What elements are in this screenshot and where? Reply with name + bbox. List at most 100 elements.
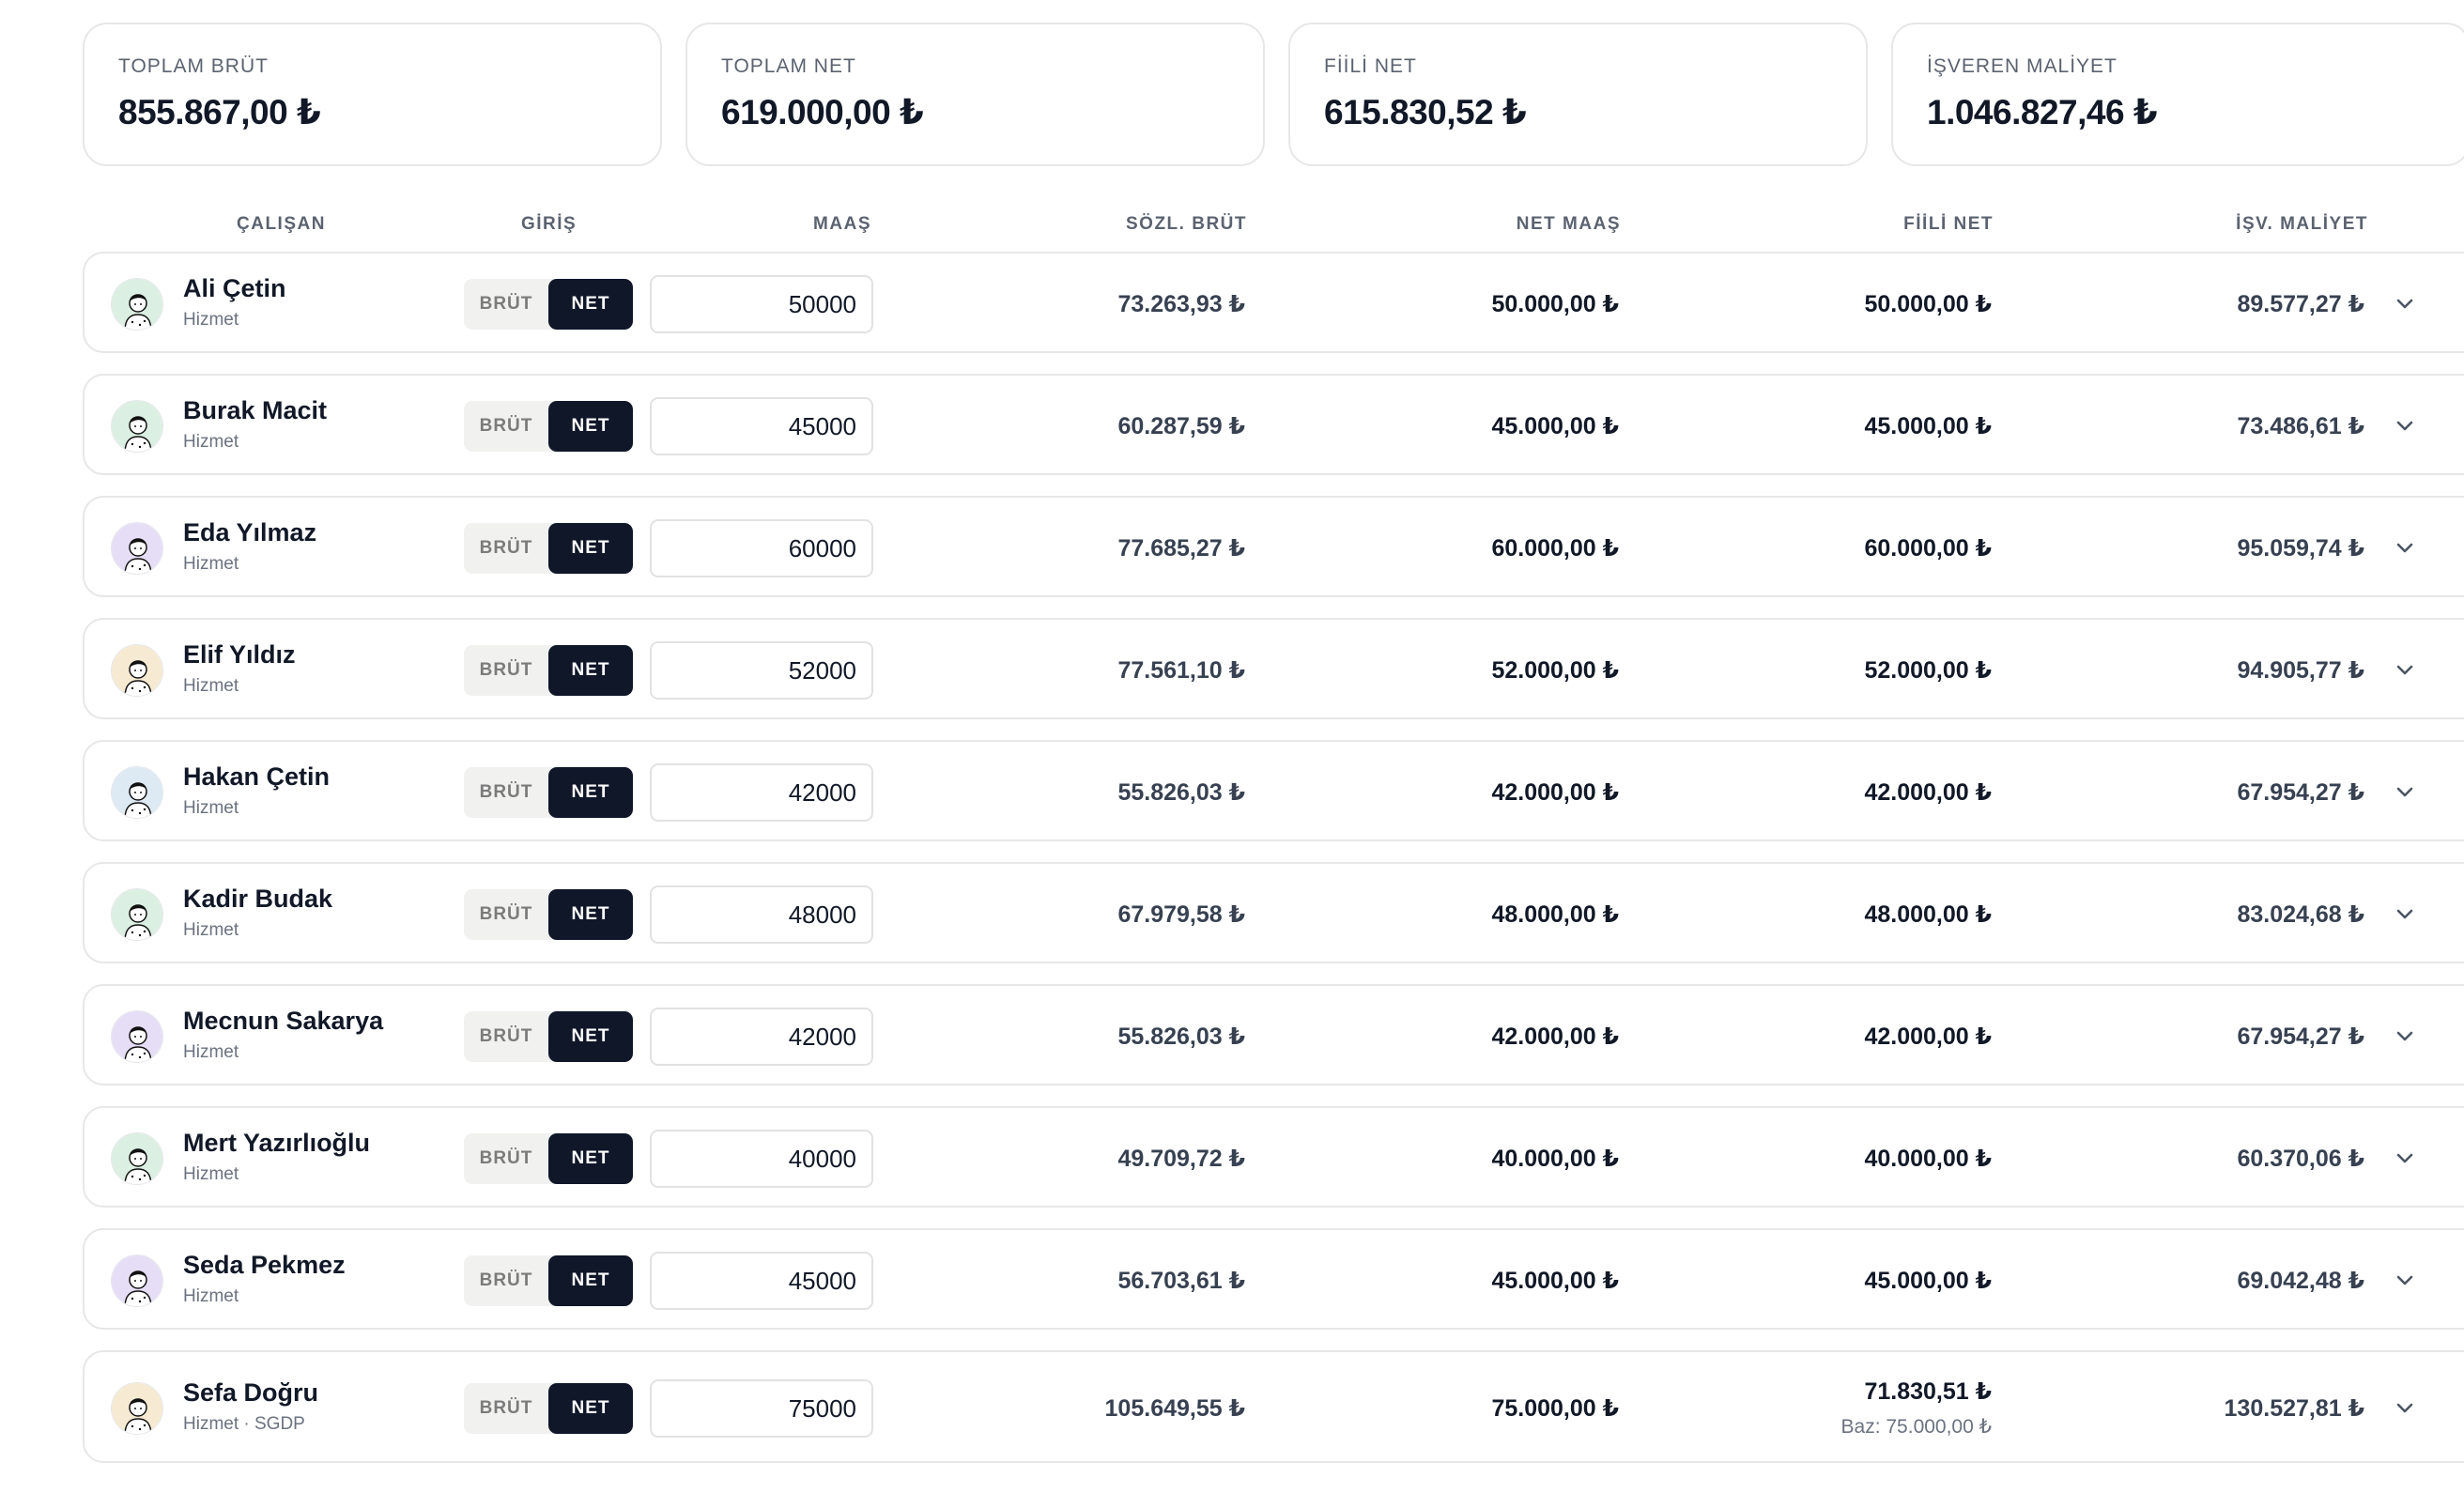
net-toggle-button[interactable]: NET (548, 523, 633, 574)
actual-net-base: Baz: 75.000,00 ₺ (1840, 1416, 1992, 1438)
actual-net-value: 42.000,00 ₺ (1864, 1024, 1992, 1050)
employee-type: Hizmet · SGDP (183, 1414, 305, 1434)
contract-gross-value: 55.826,03 ₺ (1117, 1024, 1245, 1050)
avatar (111, 644, 163, 697)
table-header: ÇALIŞAN GİRİŞ MAAŞ SÖZL. BRÜT NET MAAŞ F… (0, 214, 2464, 242)
salary-input[interactable] (650, 275, 873, 333)
gross-toggle-button[interactable]: BRÜT (464, 889, 548, 940)
table-row[interactable]: Seda Pekmez Hizmet BRÜT NET 56.703,61 ₺ … (83, 1228, 2464, 1330)
contract-gross-value: 55.826,03 ₺ (1117, 779, 1245, 806)
summary-card-total-net: TOPLAM NET 619.000,00 ₺ (685, 23, 1265, 166)
net-toggle-button[interactable]: NET (548, 279, 633, 330)
expand-row-button[interactable] (2391, 656, 2419, 685)
actual-net-value: 42.000,00 ₺ (1864, 779, 1992, 806)
gross-toggle-button[interactable]: BRÜT (464, 1011, 548, 1062)
actual-net-value: 48.000,00 ₺ (1864, 901, 1992, 928)
salary-input[interactable] (650, 397, 873, 455)
employee-name: Burak Macit (183, 396, 328, 424)
employee-type: Hizmet (183, 798, 239, 818)
employer-cost-value: 83.024,68 ₺ (2237, 901, 2364, 928)
table-row[interactable]: Eda Yılmaz Hizmet BRÜT NET 77.685,27 ₺ 6… (83, 496, 2464, 597)
gross-net-toggle: BRÜT NET (464, 645, 633, 696)
employee-name: Mecnun Sakarya (183, 1007, 384, 1035)
expand-row-button[interactable] (2391, 778, 2419, 807)
gross-toggle-button[interactable]: BRÜT (464, 523, 548, 574)
avatar (111, 400, 163, 453)
gross-toggle-button[interactable]: BRÜT (464, 1383, 548, 1434)
gross-toggle-button[interactable]: BRÜT (464, 1133, 548, 1184)
gross-toggle-button[interactable]: BRÜT (464, 1255, 548, 1306)
expand-row-button[interactable] (2391, 412, 2419, 440)
chevron-down-icon (2396, 421, 2413, 431)
avatar (111, 1132, 163, 1185)
expand-row-button[interactable] (2391, 900, 2419, 929)
salary-input[interactable] (650, 1130, 873, 1188)
employee-type: Hizmet (183, 1042, 239, 1062)
avatar-illustration (112, 523, 162, 574)
gross-net-toggle: BRÜT NET (464, 767, 633, 818)
summary-card-total-gross: TOPLAM BRÜT 855.867,00 ₺ (83, 23, 662, 166)
avatar-illustration (112, 1011, 162, 1062)
expand-row-button[interactable] (2391, 1394, 2419, 1423)
chevron-down-icon (2396, 543, 2413, 553)
contract-gross-value: 49.709,72 ₺ (1117, 1146, 1245, 1172)
expand-row-button[interactable] (2391, 1145, 2419, 1173)
net-toggle-button[interactable]: NET (548, 1011, 633, 1062)
chevron-down-icon (2396, 665, 2413, 675)
table-row[interactable]: Hakan Çetin Hizmet BRÜT NET 55.826,03 ₺ … (83, 740, 2464, 841)
net-toggle-button[interactable]: NET (548, 767, 633, 818)
summary-value: 855.867,00 ₺ (118, 93, 321, 131)
column-header-salary: MAAŞ (813, 214, 871, 234)
net-salary-value: 75.000,00 ₺ (1491, 1395, 1619, 1422)
salary-input[interactable] (650, 1008, 873, 1066)
gross-toggle-button[interactable]: BRÜT (464, 767, 548, 818)
table-row[interactable]: Kadir Budak Hizmet BRÜT NET 67.979,58 ₺ … (83, 862, 2464, 963)
net-salary-value: 42.000,00 ₺ (1491, 779, 1619, 806)
net-salary-value: 50.000,00 ₺ (1491, 291, 1619, 317)
net-toggle-button[interactable]: NET (548, 889, 633, 940)
net-salary-value: 40.000,00 ₺ (1491, 1146, 1619, 1172)
gross-net-toggle: BRÜT NET (464, 1255, 633, 1306)
net-salary-value: 42.000,00 ₺ (1491, 1024, 1619, 1050)
gross-net-toggle: BRÜT NET (464, 523, 633, 574)
salary-input[interactable] (650, 1252, 873, 1310)
expand-row-button[interactable] (2391, 1023, 2419, 1051)
gross-toggle-button[interactable]: BRÜT (464, 279, 548, 330)
avatar (111, 766, 163, 819)
table-row[interactable]: Mert Yazırlıoğlu Hizmet BRÜT NET 49.709,… (83, 1106, 2464, 1208)
net-toggle-button[interactable]: NET (548, 1133, 633, 1184)
chevron-down-icon (2396, 1031, 2413, 1041)
chevron-down-icon (2396, 1153, 2413, 1163)
salary-input[interactable] (650, 1379, 873, 1438)
table-row[interactable]: Elif Yıldız Hizmet BRÜT NET 77.561,10 ₺ … (83, 618, 2464, 719)
contract-gross-value: 105.649,55 ₺ (1104, 1395, 1245, 1422)
employee-name: Sefa Doğru (183, 1378, 319, 1407)
gross-toggle-button[interactable]: BRÜT (464, 645, 548, 696)
salary-input[interactable] (650, 641, 873, 700)
gross-net-toggle: BRÜT NET (464, 1011, 633, 1062)
avatar-illustration (112, 1255, 162, 1306)
expand-row-button[interactable] (2391, 290, 2419, 318)
salary-input[interactable] (650, 763, 873, 822)
net-salary-value: 45.000,00 ₺ (1491, 1268, 1619, 1294)
table-row[interactable]: Burak Macit Hizmet BRÜT NET 60.287,59 ₺ … (83, 374, 2464, 475)
employer-cost-value: 95.059,74 ₺ (2237, 535, 2364, 562)
actual-net-value: 45.000,00 ₺ (1864, 413, 1992, 439)
salary-input[interactable] (650, 885, 873, 944)
chevron-down-icon (2396, 1275, 2413, 1285)
net-toggle-button[interactable]: NET (548, 401, 633, 452)
table-row[interactable]: Ali Çetin Hizmet BRÜT NET 73.263,93 ₺ 50… (83, 252, 2464, 353)
gross-toggle-button[interactable]: BRÜT (464, 401, 548, 452)
table-row[interactable]: Sefa Doğru Hizmet · SGDP BRÜT NET 105.64… (83, 1350, 2464, 1463)
actual-net-value: 40.000,00 ₺ (1864, 1146, 1992, 1172)
salary-input[interactable] (650, 519, 873, 577)
net-toggle-button[interactable]: NET (548, 645, 633, 696)
column-header-employer-cost: İŞV. MALİYET (2236, 214, 2368, 234)
expand-row-button[interactable] (2391, 1267, 2419, 1295)
chevron-down-icon (2396, 787, 2413, 797)
table-row[interactable]: Mecnun Sakarya Hizmet BRÜT NET 55.826,03… (83, 984, 2464, 1085)
net-toggle-button[interactable]: NET (548, 1255, 633, 1306)
net-toggle-button[interactable]: NET (548, 1383, 633, 1434)
expand-row-button[interactable] (2391, 534, 2419, 562)
summary-cards: TOPLAM BRÜT 855.867,00 ₺ TOPLAM NET 619.… (83, 23, 2464, 166)
